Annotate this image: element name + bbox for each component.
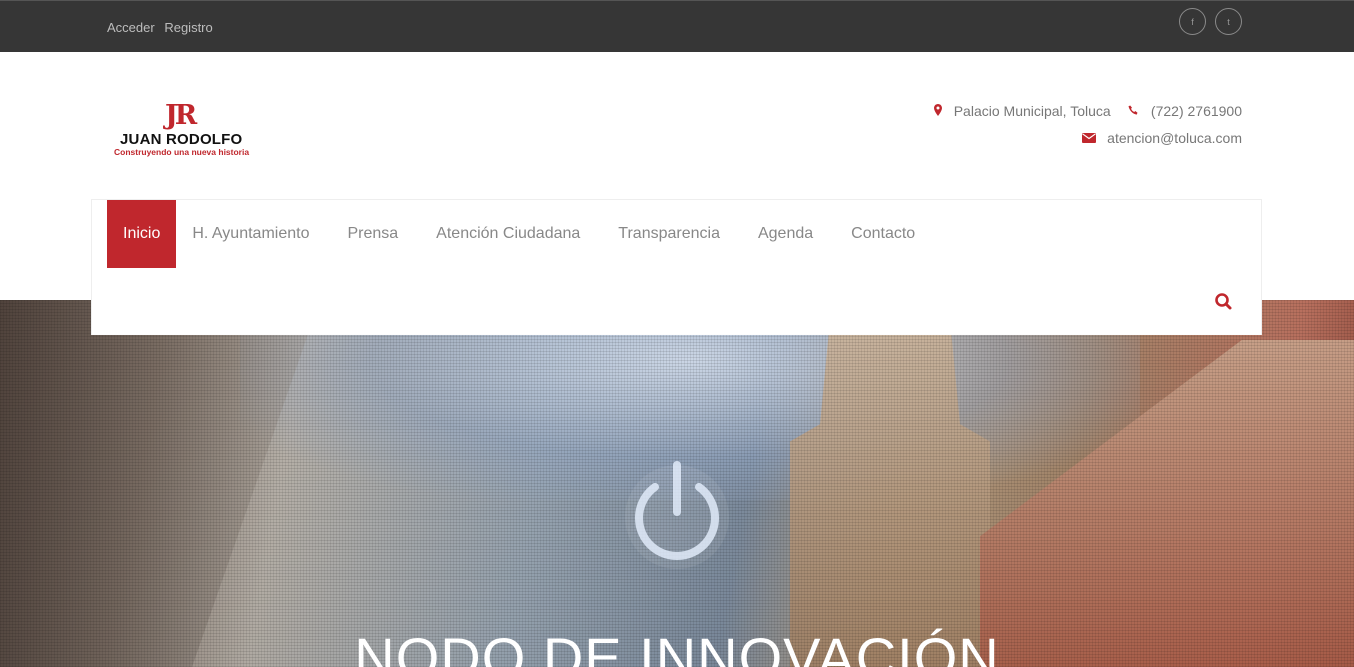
site-logo[interactable]: JR JUAN RODOLFO Construyendo una nueva h… (113, 100, 258, 160)
nav-lower-band (92, 300, 1261, 335)
nav-item-prensa[interactable]: Prensa (331, 200, 414, 268)
nav-item-contacto[interactable]: Contacto (835, 200, 931, 268)
nav-item-transparencia[interactable]: Transparencia (602, 200, 736, 268)
account-links: Acceder Registro (107, 20, 219, 35)
header-contact: Palacio Municipal, Toluca (722) 2761900 … (934, 98, 1242, 152)
map-marker-icon (934, 104, 946, 119)
logo-monogram: JR (165, 100, 197, 131)
hero-title: NODO DE INNOVACIÓN (354, 626, 1000, 667)
register-link[interactable]: Registro (164, 20, 212, 35)
top-bar: Acceder Registro f t (0, 0, 1354, 52)
contact-email[interactable]: atencion@toluca.com (1107, 130, 1242, 146)
login-link[interactable]: Acceder (107, 20, 155, 35)
nav-item-ayuntamiento[interactable]: H. Ayuntamiento (176, 200, 325, 268)
social-links: f t (1179, 8, 1242, 35)
contact-address: Palacio Municipal, Toluca (953, 103, 1111, 119)
nav-item-inicio[interactable]: Inicio (107, 200, 177, 268)
contact-phone[interactable]: (722) 2761900 (1151, 103, 1242, 119)
logo-tagline: Construyendo una nueva historia (114, 147, 250, 157)
phone-icon (1125, 104, 1143, 119)
nav-item-agenda[interactable]: Agenda (742, 200, 829, 268)
logo-name: JUAN RODOLFO (120, 131, 243, 148)
twitter-icon[interactable]: t (1215, 8, 1242, 35)
contact-line-2: atencion@toluca.com (934, 125, 1242, 152)
power-icon (617, 457, 737, 577)
nav-menu: Inicio H. Ayuntamiento Prensa Atención C… (107, 200, 937, 268)
envelope-icon (1081, 131, 1100, 146)
search-icon[interactable] (1213, 291, 1235, 313)
nav-item-atencion-ciudadana[interactable]: Atención Ciudadana (420, 200, 596, 268)
hero-banner: NODO DE INNOVACIÓN (0, 300, 1354, 667)
facebook-icon[interactable]: f (1179, 8, 1206, 35)
contact-line-1: Palacio Municipal, Toluca (722) 2761900 (934, 98, 1242, 125)
main-navigation: Inicio H. Ayuntamiento Prensa Atención C… (91, 199, 1262, 335)
